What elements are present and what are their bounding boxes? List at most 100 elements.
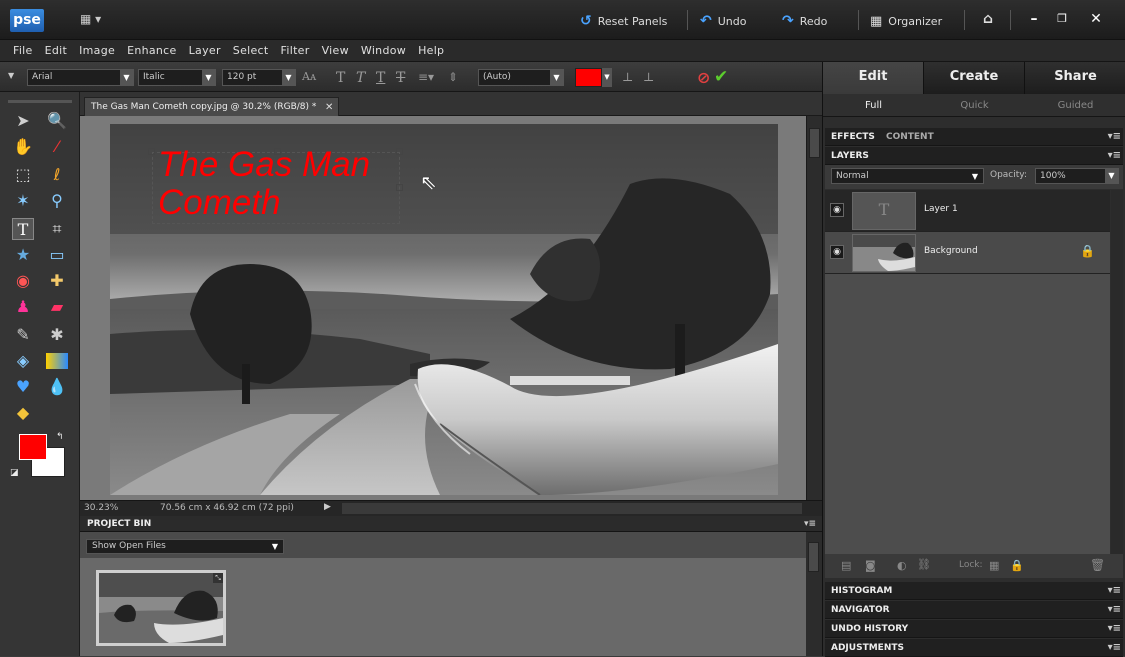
text-color-swatch[interactable] (575, 68, 602, 87)
file-options-icon[interactable]: ⤡ (213, 573, 223, 583)
document-tab[interactable]: The Gas Man Cometh copy.jpg @ 30.2% (RGB… (84, 97, 340, 117)
magic-wand-tool-icon[interactable]: ✶ (12, 190, 34, 212)
panel-menu-icon[interactable]: ▾≡ (1108, 639, 1121, 657)
redo-button[interactable]: ↷ Redo (782, 13, 827, 29)
foreground-color-swatch[interactable] (19, 434, 47, 460)
layout-switch-button[interactable]: ▦ ▾ (80, 12, 108, 28)
smart-brush-tool-icon[interactable]: ✱ (46, 324, 68, 346)
strikethrough-icon[interactable]: T (396, 70, 405, 86)
blur-tool-icon[interactable]: 💧 (46, 376, 68, 398)
default-colors-icon[interactable]: ◪ (10, 468, 19, 478)
project-bin-header[interactable]: PROJECT BIN ▾≡ (80, 516, 822, 532)
tab-edit[interactable]: Edit (823, 62, 924, 94)
tab-effects[interactable]: EFFECTS (831, 132, 875, 142)
project-bin-scrollbar[interactable] (806, 532, 822, 656)
crop-tool-icon[interactable]: ⌗ (46, 218, 68, 240)
text-orientation-icon[interactable]: ⊥ (622, 70, 633, 84)
close-tab-icon[interactable]: ✕ (325, 98, 333, 117)
zoom-tool-icon[interactable]: 🔍 (46, 110, 68, 132)
warp-text-icon[interactable]: ⊥ (643, 70, 654, 84)
faux-italic-icon[interactable]: T (356, 70, 365, 86)
chevron-down-icon[interactable]: ▼ (602, 68, 612, 87)
font-family-select[interactable]: Arial ▼ (27, 69, 134, 86)
font-style-select[interactable]: Italic ▼ (138, 69, 216, 86)
gradient-tool-icon[interactable] (46, 353, 68, 369)
lock-all-icon[interactable]: 🔒 (1010, 559, 1024, 572)
panel-menu-icon[interactable]: ▾≡ (1108, 601, 1121, 619)
canvas-horizontal-scrollbar[interactable] (342, 503, 802, 514)
tab-create[interactable]: Create (924, 62, 1025, 94)
zoom-level[interactable]: 30.23% (84, 503, 118, 513)
red-eye-tool-icon[interactable]: ◉ (12, 270, 34, 292)
close-button[interactable]: ✕ (1086, 10, 1106, 28)
menu-help[interactable]: Help (413, 44, 451, 57)
shape-tool-icon[interactable]: ♥ (12, 376, 34, 398)
open-file-thumbnail[interactable]: ⤡ (96, 570, 226, 646)
lock-transparency-icon[interactable]: ▦ (989, 559, 999, 572)
menu-select[interactable]: Select (228, 44, 276, 57)
underline-icon[interactable]: T (376, 70, 385, 86)
menu-file[interactable]: File (8, 44, 40, 57)
menu-layer[interactable]: Layer (184, 44, 228, 57)
panel-menu-icon[interactable]: ▾≡ (1108, 128, 1121, 146)
minimize-button[interactable]: – (1024, 10, 1044, 28)
layers-header[interactable]: LAYERS ▾≡ (825, 147, 1123, 165)
menu-window[interactable]: Window (356, 44, 413, 57)
reset-panels-button[interactable]: ↺ Reset Panels (580, 13, 667, 29)
menu-filter[interactable]: Filter (276, 44, 317, 57)
marquee-tool-icon[interactable]: ⬚ (12, 164, 34, 186)
tool-preset-icon[interactable]: ▼ (8, 71, 14, 80)
scroll-thumb[interactable] (809, 128, 820, 158)
leading-icon[interactable]: ⇕ (448, 70, 458, 84)
opacity-input[interactable]: 100% ▼ (1035, 168, 1119, 184)
healing-brush-tool-icon[interactable]: ✚ (46, 270, 68, 292)
menu-view[interactable]: View (317, 44, 356, 57)
tab-full[interactable]: Full (823, 94, 924, 117)
mask-icon[interactable]: ◐ (897, 559, 907, 572)
panel-menu-icon[interactable]: ▾≡ (1108, 620, 1121, 638)
project-bin-filter-select[interactable]: Show Open Files ▼ (86, 539, 284, 554)
undo-button[interactable]: ↶ Undo (700, 13, 746, 29)
tab-share[interactable]: Share (1025, 62, 1125, 94)
eraser-tool-icon[interactable]: ▰ (46, 296, 68, 318)
cookie-cutter-tool-icon[interactable]: ★ (12, 244, 34, 266)
transform-handle[interactable] (396, 184, 403, 191)
tab-quick[interactable]: Quick (924, 94, 1025, 117)
faux-bold-icon[interactable]: T (336, 70, 345, 86)
tab-guided[interactable]: Guided (1025, 94, 1125, 117)
link-icon[interactable]: ⛓ (917, 558, 931, 571)
panel-menu-icon[interactable]: ▾≡ (804, 516, 816, 532)
text-layer-content[interactable]: The Gas Man Cometh (158, 146, 370, 222)
visibility-eye-icon[interactable]: ◉ (830, 245, 844, 259)
layer-name[interactable]: Background (924, 246, 978, 256)
panel-menu-icon[interactable]: ▾≡ (1108, 147, 1121, 165)
canvas-vertical-scrollbar[interactable] (806, 116, 822, 500)
hand-tool-icon[interactable]: ✋ (12, 136, 34, 158)
organizer-button[interactable]: ▦ Organizer (870, 13, 942, 29)
layers-scrollbar[interactable] (1111, 190, 1123, 554)
adjustments-header[interactable]: ADJUSTMENTS ▾≡ (825, 639, 1123, 657)
commit-icon[interactable]: ✔ (714, 67, 728, 87)
panel-menu-icon[interactable]: ▾≡ (1108, 582, 1121, 600)
trash-icon[interactable]: 🗑 (1090, 558, 1105, 572)
tab-content[interactable]: CONTENT (886, 132, 934, 142)
new-layer-icon[interactable]: ▤ (841, 559, 851, 572)
menu-edit[interactable]: Edit (40, 44, 75, 57)
align-left-icon[interactable]: ≡▾ (418, 70, 434, 84)
navigator-header[interactable]: NAVIGATOR ▾≡ (825, 601, 1123, 619)
status-menu-icon[interactable]: ▶ (324, 502, 331, 512)
paint-bucket-tool-icon[interactable]: ◈ (12, 350, 34, 372)
cancel-icon[interactable]: ⊘ (697, 68, 710, 87)
menu-enhance[interactable]: Enhance (122, 44, 184, 57)
quick-selection-tool-icon[interactable]: ⚲ (46, 190, 68, 212)
font-size-select[interactable]: 120 pt ▼ (222, 69, 296, 86)
restore-button[interactable]: ❐ (1052, 10, 1072, 28)
sponge-tool-icon[interactable]: ◆ (12, 402, 34, 424)
undo-history-header[interactable]: UNDO HISTORY ▾≡ (825, 620, 1123, 638)
blend-mode-select[interactable]: Normal ▼ (831, 168, 984, 184)
visibility-eye-icon[interactable]: ◉ (830, 203, 844, 217)
move-tool-icon[interactable]: ➤ (12, 110, 34, 132)
straighten-tool-icon[interactable]: ▭ (46, 244, 68, 266)
lasso-tool-icon[interactable]: ℓ (46, 164, 68, 186)
adjustment-layer-icon[interactable]: ◙ (865, 559, 876, 572)
